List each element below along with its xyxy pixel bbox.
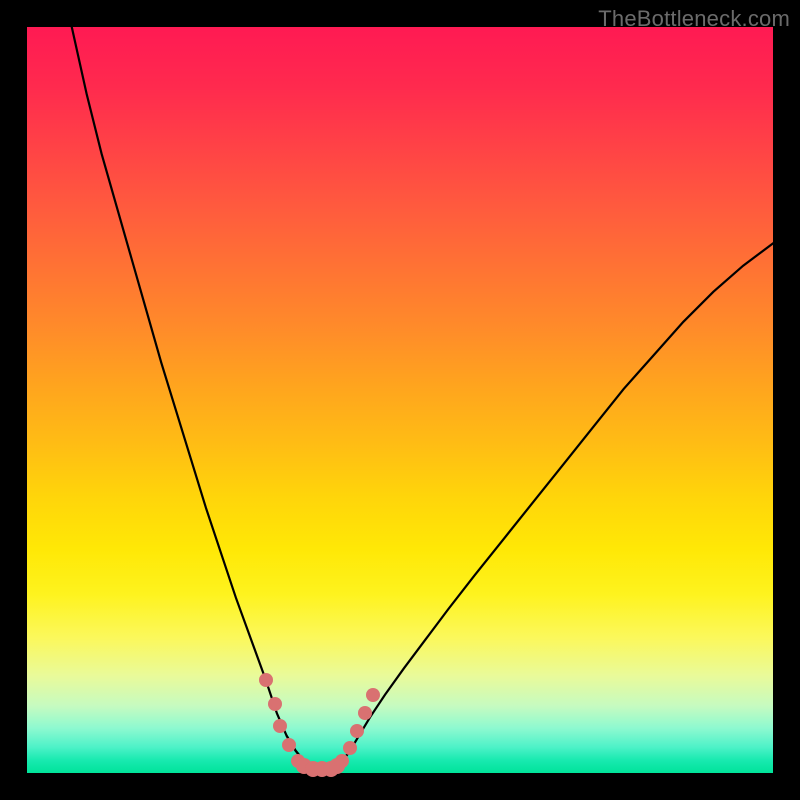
data-marker bbox=[358, 706, 372, 720]
chart-frame bbox=[27, 27, 773, 773]
data-marker bbox=[350, 724, 364, 738]
right-curve bbox=[336, 243, 773, 767]
data-marker bbox=[343, 741, 357, 755]
data-marker bbox=[329, 758, 345, 774]
data-marker bbox=[273, 719, 287, 733]
chart-svg bbox=[27, 27, 773, 773]
left-curve bbox=[72, 27, 314, 768]
data-marker bbox=[366, 688, 380, 702]
data-marker bbox=[268, 697, 282, 711]
data-marker bbox=[259, 673, 273, 687]
watermark-text: TheBottleneck.com bbox=[598, 6, 790, 32]
data-marker bbox=[282, 738, 296, 752]
